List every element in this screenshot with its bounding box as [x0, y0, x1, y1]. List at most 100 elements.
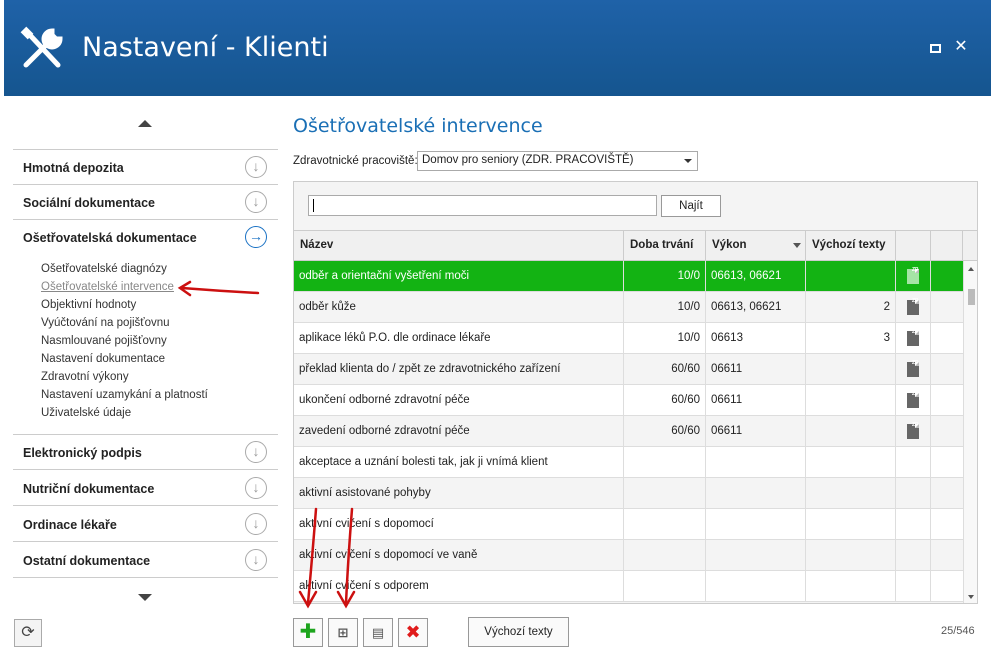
add-button[interactable]: ✚: [293, 618, 323, 647]
cell-duration: [624, 571, 706, 601]
cell-icon: [896, 478, 931, 508]
refresh-button[interactable]: ⟳: [14, 619, 42, 647]
table-row[interactable]: zavedení odborné zdravotní péče 60/60 0661…: [294, 416, 964, 447]
subitem-uzivatelske-udaje[interactable]: Uživatelské údaje: [41, 407, 131, 419]
subitem-nasmlouvane-pojistovny[interactable]: Nasmlouvané pojišťovny: [41, 335, 167, 347]
sidebar-item-label: Elektronický podpis: [23, 446, 142, 460]
subitem-objektivni-hodnoty[interactable]: Objektivní hodnoty: [41, 299, 136, 311]
sidebar-item-osetrovatelska-dokumentace[interactable]: Ošetřovatelská dokumentace →: [13, 220, 278, 255]
column-header-extra[interactable]: [931, 231, 963, 261]
table-row[interactable]: aplikace léků P.O. dle ordinace lékaře 10…: [294, 323, 964, 354]
cell-extra: [931, 540, 964, 570]
document-zp-icon[interactable]: ZP: [907, 422, 919, 439]
cell-texts: [806, 385, 896, 415]
sidebar-item-nutricni-dokumentace[interactable]: Nutriční dokumentace ↓: [13, 471, 278, 506]
title-bar: Nastavení - Klienti ✕: [4, 0, 991, 96]
record-counter: 25/546: [941, 625, 975, 637]
add-text-icon: ⊞: [337, 625, 349, 640]
vertical-scrollbar[interactable]: [963, 261, 977, 603]
table-row[interactable]: aktivní cvičení s odporem: [294, 571, 964, 602]
column-header-icon[interactable]: [896, 231, 931, 261]
sidebar: Hmotná depozita ↓ Sociální dokumentace ↓…: [13, 110, 278, 610]
cell-extra: [931, 354, 964, 384]
workplace-select[interactable]: Domov pro seniory (ZDR. PRACOVIŠTĚ): [417, 151, 698, 171]
cell-name: aktivní cvičení s odporem: [294, 571, 624, 601]
cell-duration: [624, 509, 706, 539]
scroll-up-icon[interactable]: [968, 267, 974, 271]
icon-badge: ZP: [912, 298, 919, 304]
delete-button[interactable]: ✖: [398, 618, 428, 647]
circle-arrow-down-icon[interactable]: ↓: [245, 156, 267, 178]
sidebar-item-hmotna-depozita[interactable]: Hmotná depozita ↓: [13, 150, 278, 185]
subitem-osetrovatelske-intervence[interactable]: Ošetřovatelské intervence: [41, 281, 174, 293]
document-zp-icon[interactable]: ZP: [907, 360, 919, 377]
cell-texts: [806, 447, 896, 477]
document-zp-icon[interactable]: ZP: [907, 329, 919, 346]
add-text-button[interactable]: ⊞: [328, 618, 358, 647]
circle-arrow-down-icon[interactable]: ↓: [245, 477, 267, 499]
cell-extra: [931, 385, 964, 415]
document-zp-icon[interactable]: ZP: [907, 391, 919, 408]
document-zp-icon[interactable]: ZP: [907, 298, 919, 315]
subitem-zdravotni-vykony[interactable]: Zdravotní výkony: [41, 371, 129, 383]
scroll-up-icon[interactable]: [138, 120, 152, 127]
subitem-vyuctovani-na-pojistovnu[interactable]: Vyúčtování na pojišťovnu: [41, 317, 170, 329]
sidebar-item-elektronicky-podpis[interactable]: Elektronický podpis ↓: [13, 435, 278, 470]
circle-arrow-down-icon[interactable]: ↓: [245, 549, 267, 571]
sidebar-item-ordinace-lekare[interactable]: Ordinace lékaře ↓: [13, 507, 278, 542]
sort-down-icon: [793, 243, 801, 248]
document-zp-icon[interactable]: ZP: [907, 267, 919, 284]
cell-duration: [624, 478, 706, 508]
column-label: Název: [300, 239, 334, 251]
cell-duration: [624, 447, 706, 477]
scroll-thumb[interactable]: [968, 289, 975, 305]
cell-duration: 10/0: [624, 261, 706, 291]
cell-texts: [806, 354, 896, 384]
table-row[interactable]: akceptace a uznání bolesti tak, jak ji v…: [294, 447, 964, 478]
scroll-down-icon[interactable]: [968, 595, 974, 599]
cell-extra: [931, 478, 964, 508]
cell-name: aplikace léků P.O. dle ordinace lékaře: [294, 323, 624, 353]
table-row[interactable]: aktivní asistované pohyby: [294, 478, 964, 509]
close-icon[interactable]: ✕: [954, 39, 968, 55]
subitem-osetrovatelske-diagnozy[interactable]: Ošetřovatelské diagnózy: [41, 263, 167, 275]
table-row[interactable]: překlad klienta do / zpět ze zdravotnick…: [294, 354, 964, 385]
cell-extra: [931, 323, 964, 353]
column-header-doba-trvani[interactable]: Doba trvání: [624, 231, 706, 261]
refresh-icon: ⟳: [21, 624, 35, 641]
column-header-vychozi-texty[interactable]: Výchozí texty: [806, 231, 896, 261]
table-header: Název Doba trvání Výkon Výchozí texty: [294, 230, 977, 261]
circle-arrow-down-icon[interactable]: ↓: [245, 191, 267, 213]
circle-arrow-right-icon[interactable]: →: [245, 226, 267, 248]
cell-name: překlad klienta do / zpět ze zdravotnick…: [294, 354, 624, 384]
circle-arrow-down-icon[interactable]: ↓: [245, 441, 267, 463]
column-header-vykon[interactable]: Výkon: [706, 231, 806, 261]
find-button[interactable]: Najít: [661, 195, 721, 217]
table-row[interactable]: aktivní cvičení s dopomocí ve vaně: [294, 540, 964, 571]
sidebar-item-label: Sociální dokumentace: [23, 196, 155, 210]
cell-icon: [896, 571, 931, 601]
sidebar-item-ostatni-dokumentace[interactable]: Ostatní dokumentace ↓: [13, 543, 278, 578]
table-row[interactable]: aktivní cvičení s dopomocí: [294, 509, 964, 540]
subitem-nastaveni-uzamykani[interactable]: Nastavení uzamykání a platností: [41, 389, 208, 401]
cell-extra: [931, 571, 964, 601]
cell-code: 06613: [706, 323, 806, 353]
search-input[interactable]: [308, 195, 657, 216]
text-cursor: [313, 199, 314, 212]
subitem-nastaveni-dokumentace[interactable]: Nastavení dokumentace: [41, 353, 165, 365]
column-header-nazev[interactable]: Název: [294, 231, 624, 261]
sidebar-item-label: Ordinace lékaře: [23, 518, 117, 532]
default-texts-button[interactable]: Výchozí texty: [468, 617, 569, 647]
scroll-down-icon[interactable]: [138, 594, 152, 601]
table-row[interactable]: odběr a orientační vyšetření moči 10/0 066…: [294, 261, 964, 292]
maximize-icon[interactable]: [930, 44, 941, 53]
sidebar-item-label: Ošetřovatelská dokumentace: [23, 231, 197, 245]
edit-button[interactable]: ▤: [363, 618, 393, 647]
cell-extra: [931, 447, 964, 477]
chevron-down-icon: [684, 159, 692, 163]
sidebar-item-socialni-dokumentace[interactable]: Sociální dokumentace ↓: [13, 185, 278, 220]
table-row[interactable]: odběr kůže 10/0 06613, 06621 2 ZP: [294, 292, 964, 323]
table-row[interactable]: ukončení odborné zdravotní péče 60/60 0661…: [294, 385, 964, 416]
cell-icon: ZP: [896, 261, 931, 291]
circle-arrow-down-icon[interactable]: ↓: [245, 513, 267, 535]
